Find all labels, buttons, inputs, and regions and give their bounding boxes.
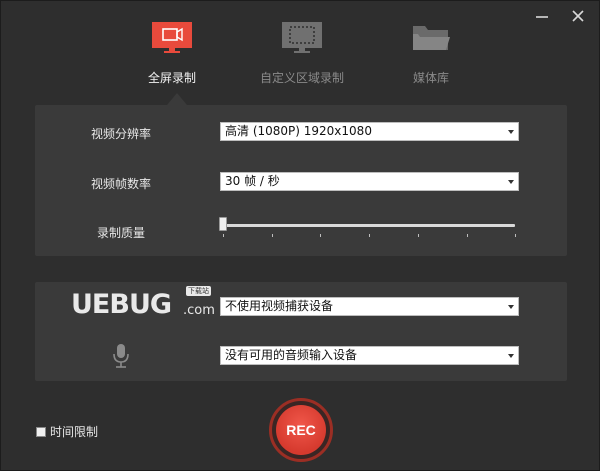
slider-tick: [272, 234, 273, 237]
logo-suffix: .com: [183, 303, 215, 318]
slider-tick: [515, 234, 516, 237]
time-limit-label: 时间限制: [50, 425, 99, 439]
resolution-label: 视频分辨率: [91, 127, 152, 141]
tab-label: 媒体库: [412, 71, 449, 85]
minimize-icon: [536, 16, 548, 18]
rec-label: REC: [286, 422, 316, 438]
quality-label: 录制质量: [97, 226, 146, 240]
watermark-logo: UEBUG 下载站 .com: [71, 286, 221, 327]
camera-value: 不使用视频捕获设备: [225, 299, 334, 313]
rec-button-face: REC: [276, 405, 326, 455]
close-icon: [572, 10, 584, 22]
quality-slider-track[interactable]: [222, 224, 515, 227]
rec-button[interactable]: REC: [269, 398, 333, 462]
tab-fullscreen-record[interactable]: 全屏录制: [112, 21, 232, 86]
slider-tick: [467, 234, 468, 237]
microphone-icon: [113, 344, 129, 368]
slider-tick: [320, 234, 321, 237]
fullscreen-record-icon: [152, 22, 192, 53]
dropdown-arrow-icon: [508, 180, 514, 184]
slider-tick: [418, 234, 419, 237]
quality-slider-thumb[interactable]: [219, 217, 227, 231]
resolution-value: 高清 (1080P) 1920x1080: [225, 124, 372, 138]
tab-region-record[interactable]: 自定义区域录制: [242, 21, 362, 86]
slider-tick: [369, 234, 370, 237]
dropdown-arrow-icon: [508, 354, 514, 358]
slider-tick: [223, 234, 224, 237]
region-record-icon: [282, 22, 322, 53]
tab-label: 全屏录制: [147, 71, 196, 85]
minimize-button[interactable]: [531, 7, 553, 27]
app-window: 全屏录制 自定义区域录制 媒体库 视频分辨率 高清 (1080P) 1920x1…: [0, 0, 600, 471]
folder-icon: [413, 26, 450, 50]
time-limit-checkbox[interactable]: [36, 426, 46, 437]
framerate-label: 视频帧数率: [91, 177, 152, 191]
logo-text: UEBUG: [71, 289, 172, 320]
logo-badge: 下载站: [186, 286, 211, 296]
close-button[interactable]: [567, 7, 589, 27]
time-limit-toggle[interactable]: 时间限制: [36, 423, 98, 440]
dropdown-arrow-icon: [508, 305, 514, 309]
framerate-value: 30 帧 / 秒: [225, 174, 280, 188]
resolution-select[interactable]: 高清 (1080P) 1920x1080: [220, 122, 519, 141]
audio-value: 没有可用的音频输入设备: [225, 348, 358, 362]
framerate-select[interactable]: 30 帧 / 秒: [220, 172, 519, 191]
audio-select[interactable]: 没有可用的音频输入设备: [220, 346, 519, 365]
active-tab-pointer: [167, 93, 187, 105]
tab-label: 自定义区域录制: [259, 71, 344, 85]
dropdown-arrow-icon: [508, 130, 514, 134]
camera-select[interactable]: 不使用视频捕获设备: [220, 297, 519, 316]
tab-media-library[interactable]: 媒体库: [371, 21, 491, 86]
